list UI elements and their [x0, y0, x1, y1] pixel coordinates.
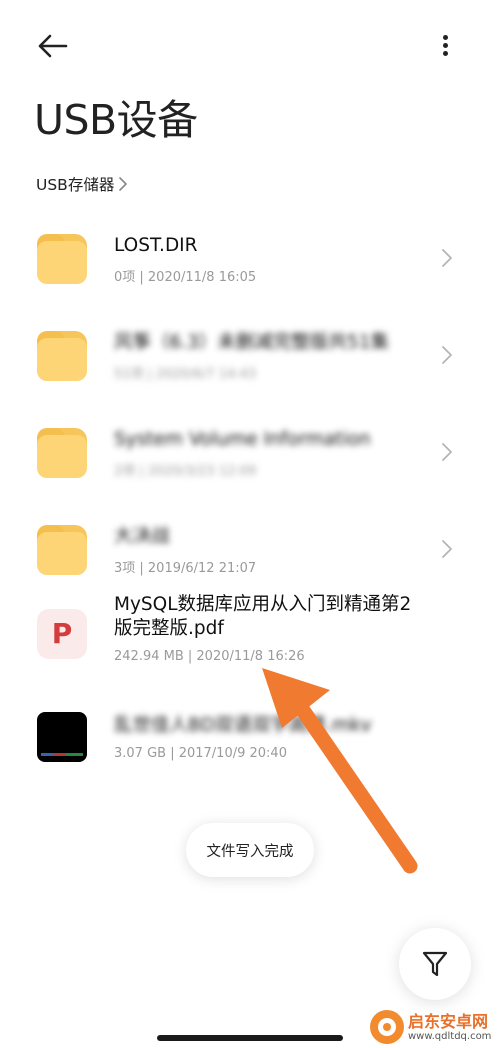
- list-item-folder[interactable]: LOST.DIR 0项 | 2020/11/8 16:05: [0, 208, 500, 305]
- watermark: 启东安卓网 www.qdltdq.com: [370, 1008, 498, 1046]
- file-meta: 3项 | 2019/6/12 21:07: [114, 561, 257, 576]
- watermark-title: 启东安卓网: [408, 1011, 489, 1031]
- breadcrumb[interactable]: USB存储器: [36, 172, 128, 196]
- file-meta: 2项 | 2020/3/23 12:09: [114, 464, 257, 479]
- folder-icon: [37, 234, 87, 284]
- folder-icon: [37, 525, 87, 575]
- file-meta: 51项 | 2020/6/7 14:43: [114, 367, 257, 382]
- file-meta: 242.94 MB | 2020/11/8 16:26: [114, 649, 305, 664]
- filter-button[interactable]: [399, 928, 471, 1000]
- video-thumbnail: [37, 712, 87, 762]
- watermark-logo-icon: [370, 1010, 404, 1044]
- back-button[interactable]: [30, 26, 76, 66]
- folder-icon: [37, 331, 87, 381]
- breadcrumb-label: USB存储器: [36, 176, 115, 194]
- chevron-right-icon: [442, 346, 452, 364]
- list-item-file[interactable]: P MySQL数据库应用从入门到精通第2版完整版.pdf 242.94 MB |…: [0, 594, 500, 706]
- watermark-url: www.qdltdq.com: [408, 1030, 492, 1042]
- folder-icon: [37, 428, 87, 478]
- list-item-folder[interactable]: 风筝（6.3）未删减完整版共51集 51项 | 2020/6/7 14:43: [0, 305, 500, 402]
- file-meta: 0项 | 2020/11/8 16:05: [114, 270, 257, 285]
- top-bar: [0, 0, 500, 90]
- file-meta: 3.07 GB | 2017/10/9 20:40: [114, 746, 287, 761]
- file-name: 大决战: [114, 526, 170, 547]
- pdf-file-icon: P: [37, 609, 87, 659]
- home-indicator[interactable]: [157, 1035, 343, 1041]
- file-name: MySQL数据库应用从入门到精通第2版完整版.pdf: [114, 594, 412, 639]
- filter-icon: [422, 951, 448, 977]
- pdf-letter: P: [51, 617, 73, 650]
- more-options-button[interactable]: [428, 26, 464, 66]
- list-item-folder[interactable]: System Volume Information 2项 | 2020/3/23…: [0, 402, 500, 499]
- list-item-file[interactable]: 乱世佳人BD双语双字高清.mkv 3.07 GB | 2017/10/9 20:…: [0, 706, 500, 803]
- file-name: LOST.DIR: [114, 235, 198, 256]
- chevron-right-icon: [442, 443, 452, 461]
- file-name: 乱世佳人BD双语双字高清.mkv: [114, 715, 372, 736]
- arrow-left-icon: [38, 34, 68, 58]
- chevron-right-icon: [119, 177, 128, 191]
- more-vertical-icon: [443, 35, 448, 40]
- file-list: LOST.DIR 0项 | 2020/11/8 16:05 风筝（6.3）未删减…: [0, 208, 500, 803]
- toast-message: 文件写入完成: [186, 823, 314, 877]
- file-name: 风筝（6.3）未删减完整版共51集: [114, 332, 389, 353]
- chevron-right-icon: [442, 249, 452, 267]
- chevron-right-icon: [442, 540, 452, 558]
- page-title: USB设备: [34, 96, 198, 144]
- list-item-folder[interactable]: 大决战 3项 | 2019/6/12 21:07: [0, 499, 500, 596]
- file-name: System Volume Information: [114, 429, 371, 450]
